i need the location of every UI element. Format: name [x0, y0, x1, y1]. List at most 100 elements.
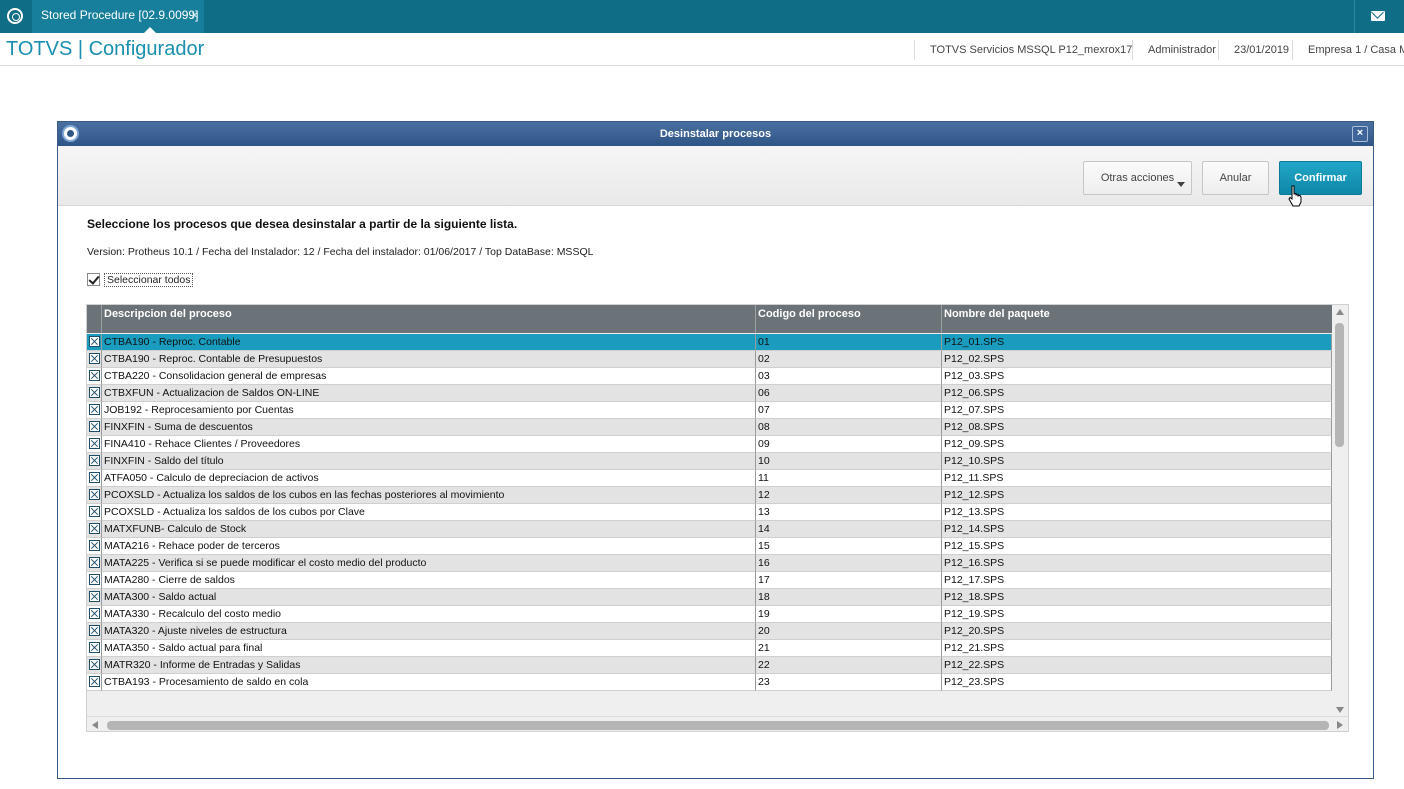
checked-box-icon[interactable] — [89, 608, 100, 619]
cell-description: MATA350 - Saldo actual para final — [102, 640, 756, 657]
table-row[interactable]: MATA330 - Recalculo del costo medio 19 P12… — [87, 606, 1332, 623]
mail-icon[interactable] — [1371, 11, 1385, 21]
row-check-cell[interactable] — [87, 657, 102, 674]
checked-box-icon[interactable] — [89, 387, 100, 398]
scroll-down-icon[interactable] — [1336, 707, 1344, 713]
table-row[interactable]: MATA350 - Saldo actual para final 21 P12_2… — [87, 640, 1332, 657]
table-row[interactable]: MATA280 - Cierre de saldos 17 P12_17.SPS — [87, 572, 1332, 589]
scroll-left-icon[interactable] — [92, 721, 98, 729]
row-check-cell[interactable] — [87, 521, 102, 538]
horizontal-scroll-thumb[interactable] — [107, 721, 1329, 730]
checked-box-icon[interactable] — [89, 489, 100, 500]
cell-description: MATA320 - Ajuste niveles de estructura — [102, 623, 756, 640]
table-row[interactable]: MATA320 - Ajuste niveles de estructura 20… — [87, 623, 1332, 640]
date-info[interactable]: 23/01/2019 — [1218, 40, 1289, 60]
checked-box-icon[interactable] — [89, 353, 100, 364]
table-row[interactable]: CTBA220 - Consolidacion general de empre… — [87, 368, 1332, 385]
table-row[interactable]: PCOXSLD - Actualiza los saldos de los cu… — [87, 487, 1332, 504]
tab-stored-procedure[interactable]: Stored Procedure [02.9.0099] × — [32, 0, 204, 33]
cell-package: P12_12.SPS — [942, 487, 1332, 504]
cell-code: 03 — [756, 368, 942, 385]
dialog-close-button[interactable]: × — [1352, 126, 1368, 142]
checked-box-icon[interactable] — [89, 659, 100, 670]
row-check-cell[interactable] — [87, 470, 102, 487]
select-all-label[interactable]: Seleccionar todos — [104, 273, 194, 287]
row-check-cell[interactable] — [87, 623, 102, 640]
row-check-cell[interactable] — [87, 453, 102, 470]
checked-box-icon[interactable] — [89, 336, 100, 347]
checked-box-icon[interactable] — [89, 625, 100, 636]
cell-code: 08 — [756, 419, 942, 436]
table-row[interactable]: MATR320 - Informe de Entradas y Salidas 2… — [87, 657, 1332, 674]
checked-box-icon[interactable] — [89, 540, 100, 551]
vertical-scroll-thumb[interactable] — [1335, 323, 1344, 447]
horizontal-scrollbar[interactable] — [87, 716, 1348, 731]
header-check-column[interactable] — [87, 305, 102, 333]
environment-info[interactable]: TOTVS Servicios MSSQL P12_mexrox17 — [914, 40, 1132, 60]
row-check-cell[interactable] — [87, 334, 102, 351]
user-info[interactable]: Administrador — [1132, 40, 1216, 60]
table-row[interactable]: FINXFIN - Suma de descuentos 08 P12_08.SPS — [87, 419, 1332, 436]
table-row[interactable]: FINXFIN - Saldo del título 10 P12_10.SPS — [87, 453, 1332, 470]
table-row[interactable]: CTBXFUN - Actualizacion de Saldos ON-LIN… — [87, 385, 1332, 402]
row-check-cell[interactable] — [87, 572, 102, 589]
select-all-checkbox[interactable] — [87, 273, 100, 286]
table-row[interactable]: MATXFUNB- Calculo de Stock 14 P12_14.SPS — [87, 521, 1332, 538]
row-check-cell[interactable] — [87, 402, 102, 419]
cell-code: 19 — [756, 606, 942, 623]
checked-box-icon[interactable] — [89, 642, 100, 653]
row-check-cell[interactable] — [87, 368, 102, 385]
cell-description: CTBA193 - Procesamiento de saldo en cola — [102, 674, 756, 691]
row-check-cell[interactable] — [87, 606, 102, 623]
scroll-right-icon[interactable] — [1337, 721, 1343, 729]
checked-box-icon[interactable] — [89, 472, 100, 483]
checked-box-icon[interactable] — [89, 438, 100, 449]
checked-box-icon[interactable] — [89, 523, 100, 534]
table-row[interactable]: CTBA190 - Reproc. Contable de Presupuest… — [87, 351, 1332, 368]
cell-package: P12_21.SPS — [942, 640, 1332, 657]
row-check-cell[interactable] — [87, 640, 102, 657]
checked-box-icon[interactable] — [89, 506, 100, 517]
row-check-cell[interactable] — [87, 436, 102, 453]
table-row[interactable]: MATA225 - Verifica si se puede modificar… — [87, 555, 1332, 572]
vertical-scrollbar[interactable] — [1332, 305, 1348, 717]
table-row[interactable]: MATA216 - Rehace poder de terceros 15 P12_… — [87, 538, 1332, 555]
checked-box-icon[interactable] — [89, 421, 100, 432]
topbar-divider — [1354, 0, 1355, 33]
table-row[interactable]: CTBA193 - Procesamiento de saldo en cola… — [87, 674, 1332, 691]
cell-package: P12_01.SPS — [942, 334, 1332, 351]
cancel-button[interactable]: Anular — [1202, 161, 1269, 195]
row-check-cell[interactable] — [87, 419, 102, 436]
checked-box-icon[interactable] — [89, 676, 100, 687]
checked-box-icon[interactable] — [89, 455, 100, 466]
row-check-cell[interactable] — [87, 555, 102, 572]
cell-package: P12_02.SPS — [942, 351, 1332, 368]
row-check-cell[interactable] — [87, 674, 102, 691]
checked-box-icon[interactable] — [89, 404, 100, 415]
more-actions-button[interactable]: Otras acciones — [1083, 161, 1192, 195]
checked-box-icon[interactable] — [89, 370, 100, 381]
row-check-cell[interactable] — [87, 589, 102, 606]
row-check-cell[interactable] — [87, 504, 102, 521]
tab-close-icon[interactable]: × — [191, 0, 198, 31]
checked-box-icon[interactable] — [89, 591, 100, 602]
column-header-package[interactable]: Nombre del paquete — [942, 305, 1332, 333]
cell-code: 07 — [756, 402, 942, 419]
column-header-code[interactable]: Codigo del proceso — [756, 305, 942, 333]
company-info[interactable]: Empresa 1 / Casa M — [1292, 40, 1404, 60]
table-row[interactable]: CTBA190 - Reproc. Contable 01 P12_01.SPS — [87, 334, 1332, 351]
row-check-cell[interactable] — [87, 487, 102, 504]
checked-box-icon[interactable] — [89, 557, 100, 568]
totvs-logo-icon[interactable] — [7, 8, 23, 24]
scroll-up-icon[interactable] — [1336, 309, 1344, 315]
row-check-cell[interactable] — [87, 538, 102, 555]
table-row[interactable]: FINA410 - Rehace Clientes / Proveedores 0… — [87, 436, 1332, 453]
column-header-description[interactable]: Descripcion del proceso — [102, 305, 756, 333]
table-row[interactable]: ATFA050 - Calculo de depreciacion de act… — [87, 470, 1332, 487]
row-check-cell[interactable] — [87, 385, 102, 402]
row-check-cell[interactable] — [87, 351, 102, 368]
table-row[interactable]: PCOXSLD - Actualiza los saldos de los cu… — [87, 504, 1332, 521]
table-row[interactable]: JOB192 - Reprocesamiento por Cuentas 07 P1… — [87, 402, 1332, 419]
table-row[interactable]: MATA300 - Saldo actual 18 P12_18.SPS — [87, 589, 1332, 606]
checked-box-icon[interactable] — [89, 574, 100, 585]
